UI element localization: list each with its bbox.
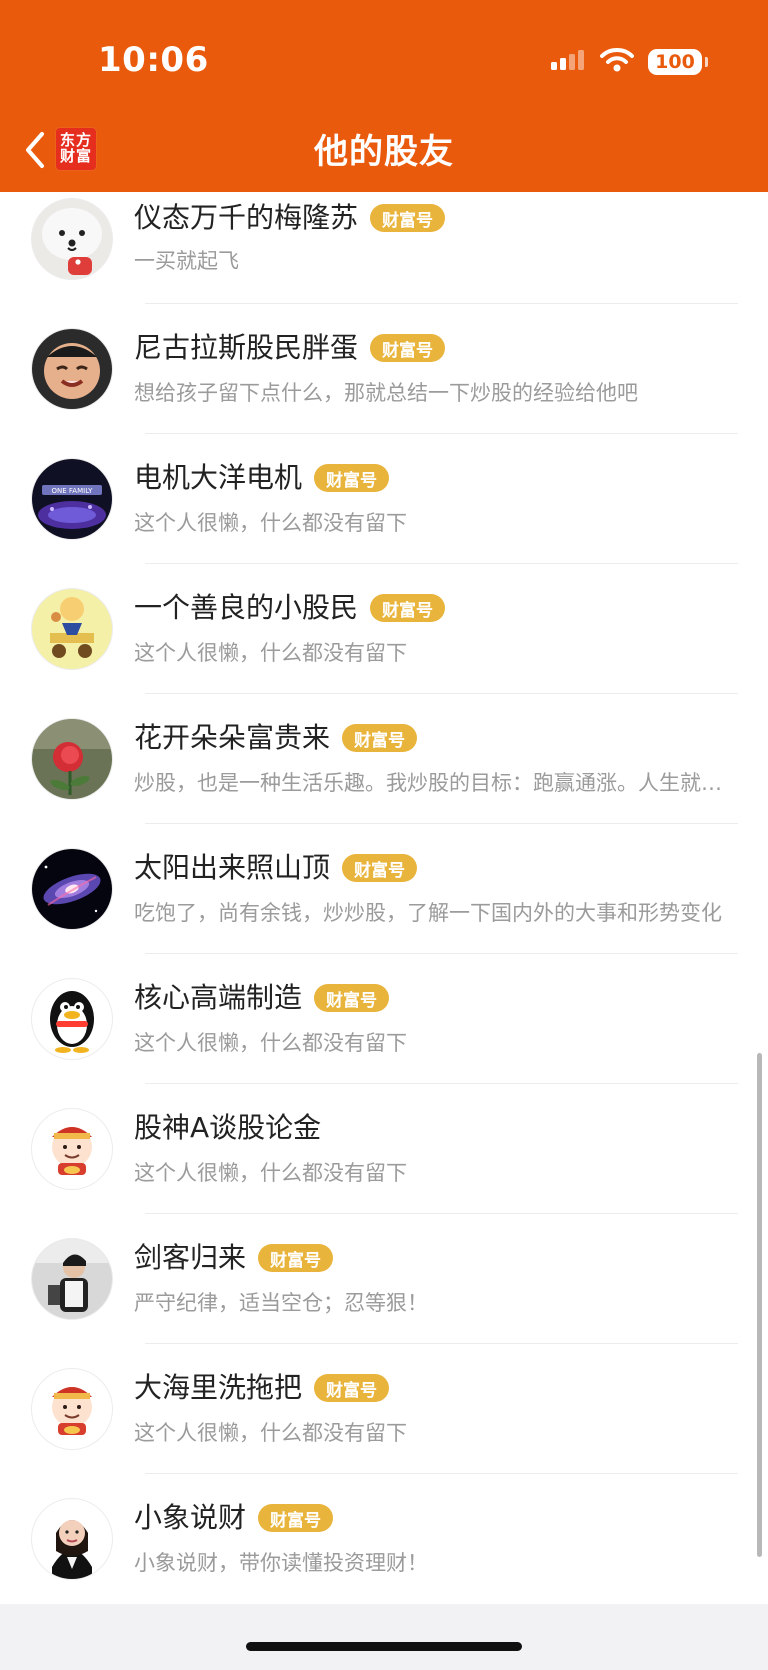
friend-description: 这个人很懒，什么都没有留下: [134, 1031, 407, 1055]
wealth-god-avatar[interactable]: [31, 1108, 113, 1190]
friend-description: 想给孩子留下点什么，那就总结一下炒股的经验给他吧: [134, 381, 638, 405]
friend-list-item[interactable]: 核心高端制造 财富号 这个人很懒，什么都没有留下: [0, 954, 768, 1084]
friend-name[interactable]: 大海里洗拖把: [134, 1368, 302, 1408]
friend-name[interactable]: 电机大洋电机: [134, 458, 302, 498]
friend-name[interactable]: 太阳出来照山顶: [134, 848, 330, 888]
app-header: 10:06 100 东方 财富 他的股友: [0, 0, 768, 192]
wealth-badge: 财富号: [314, 464, 390, 492]
friend-list-item[interactable]: 大海里洗拖把 财富号 这个人很懒，什么都没有留下: [0, 1344, 768, 1474]
friend-name[interactable]: 一个善良的小股民: [134, 588, 358, 628]
friend-name-row: 尼古拉斯股民胖蛋 财富号: [134, 328, 446, 368]
signal-icon: [550, 48, 586, 76]
white-dog-avatar[interactable]: [31, 198, 113, 280]
friend-name[interactable]: 股神A谈股论金: [134, 1108, 321, 1148]
wealth-badge: 财富号: [258, 1504, 334, 1532]
friend-list[interactable]: 仪态万千的梅隆苏 财富号 一买就起飞 尼古拉斯股民胖蛋 财富号 想给孩子留下点什…: [0, 192, 768, 1604]
friend-description: 这个人很懒，什么都没有留下: [134, 511, 407, 535]
friend-name[interactable]: 核心高端制造: [134, 978, 302, 1018]
friend-name-row: 太阳出来照山顶 财富号: [134, 848, 418, 888]
child-face-avatar[interactable]: [31, 328, 113, 410]
friend-name[interactable]: 剑客归来: [134, 1238, 246, 1278]
friend-list-item[interactable]: 尼古拉斯股民胖蛋 财富号 想给孩子留下点什么，那就总结一下炒股的经验给他吧: [0, 304, 768, 434]
friend-list-item[interactable]: 仪态万千的梅隆苏 财富号 一买就起飞: [0, 192, 768, 304]
friend-description: 一买就起飞: [134, 249, 239, 273]
page-title: 他的股友: [314, 132, 454, 172]
battery-indicator: 100: [648, 49, 708, 75]
galaxy-avatar[interactable]: [31, 848, 113, 930]
svg-text:ONE FAMILY: ONE FAMILY: [52, 487, 94, 495]
penguin-avatar[interactable]: [31, 978, 113, 1060]
wealth-badge: 财富号: [342, 854, 418, 882]
friend-name-row: 小象说财 财富号: [134, 1498, 334, 1538]
wealth-badge: 财富号: [314, 984, 390, 1012]
friend-name[interactable]: 小象说财: [134, 1498, 246, 1538]
wealth-badge: 财富号: [370, 594, 446, 622]
friend-name-row: 花开朵朵富贵来 财富号: [134, 718, 418, 758]
wealth-badge: 财富号: [342, 724, 418, 752]
friend-list-item[interactable]: 股神A谈股论金 这个人很懒，什么都没有留下: [0, 1084, 768, 1214]
friend-name[interactable]: 仪态万千的梅隆苏: [134, 198, 358, 238]
wifi-icon: [600, 47, 634, 77]
woman-avatar[interactable]: [31, 1498, 113, 1580]
friend-description: 吃饱了，尚有余钱，炒炒股，了解一下国内外的大事和形势变化: [134, 901, 722, 925]
friend-list-item[interactable]: 小象说财 财富号 小象说财，带你读懂投资理财！: [0, 1474, 768, 1604]
home-indicator[interactable]: [246, 1642, 522, 1651]
scrollbar[interactable]: [757, 1053, 762, 1557]
wealth-god-avatar[interactable]: [31, 1368, 113, 1450]
wealth-badge: 财富号: [258, 1244, 334, 1272]
friend-name-row: 股神A谈股论金: [134, 1108, 321, 1148]
friend-description: 这个人很懒，什么都没有留下: [134, 1421, 407, 1445]
friend-description: 这个人很懒，什么都没有留下: [134, 1161, 407, 1185]
friend-name-row: 仪态万千的梅隆苏 财富号: [134, 198, 446, 238]
wealth-badge: 财富号: [370, 334, 446, 362]
friend-description: 严守纪律，适当空仓；忍等狠！: [134, 1291, 428, 1315]
friend-name[interactable]: 尼古拉斯股民胖蛋: [134, 328, 358, 368]
wealth-badge: 财富号: [370, 204, 446, 232]
friend-description: 炒股，也是一种生活乐趣。我炒股的目标：跑赢通涨。人生就是一场投资: [134, 771, 730, 795]
friend-name-row: 一个善良的小股民 财富号: [134, 588, 446, 628]
friend-list-item[interactable]: 一个善良的小股民 财富号 这个人很懒，什么都没有留下: [0, 564, 768, 694]
rose-avatar[interactable]: [31, 718, 113, 800]
wealth-badge: 财富号: [314, 1374, 390, 1402]
friend-name-row: 剑客归来 财富号: [134, 1238, 334, 1278]
cartoon-rider-avatar[interactable]: [31, 588, 113, 670]
friend-list-item[interactable]: 花开朵朵富贵来 财富号 炒股，也是一种生活乐趣。我炒股的目标：跑赢通涨。人生就是…: [0, 694, 768, 824]
friend-list-item[interactable]: ONE FAMILY 电机大洋电机 财富号 这个人很懒，什么都没有留下: [0, 434, 768, 564]
friend-description: 这个人很懒，什么都没有留下: [134, 641, 407, 665]
friend-list-item[interactable]: 太阳出来照山顶 财富号 吃饱了，尚有余钱，炒炒股，了解一下国内外的大事和形势变化: [0, 824, 768, 954]
friend-name-row: 大海里洗拖把 财富号: [134, 1368, 390, 1408]
friend-name-row: 电机大洋电机 财富号: [134, 458, 390, 498]
friend-name-row: 核心高端制造 财富号: [134, 978, 390, 1018]
one-family-avatar[interactable]: ONE FAMILY: [31, 458, 113, 540]
friend-name[interactable]: 花开朵朵富贵来: [134, 718, 330, 758]
man-photo-avatar[interactable]: [31, 1238, 113, 1320]
friend-list-item[interactable]: 剑客归来 财富号 严守纪律，适当空仓；忍等狠！: [0, 1214, 768, 1344]
friend-description: 小象说财，带你读懂投资理财！: [134, 1551, 428, 1575]
status-icons: 100: [550, 44, 708, 80]
status-time: 10:06: [98, 40, 209, 80]
